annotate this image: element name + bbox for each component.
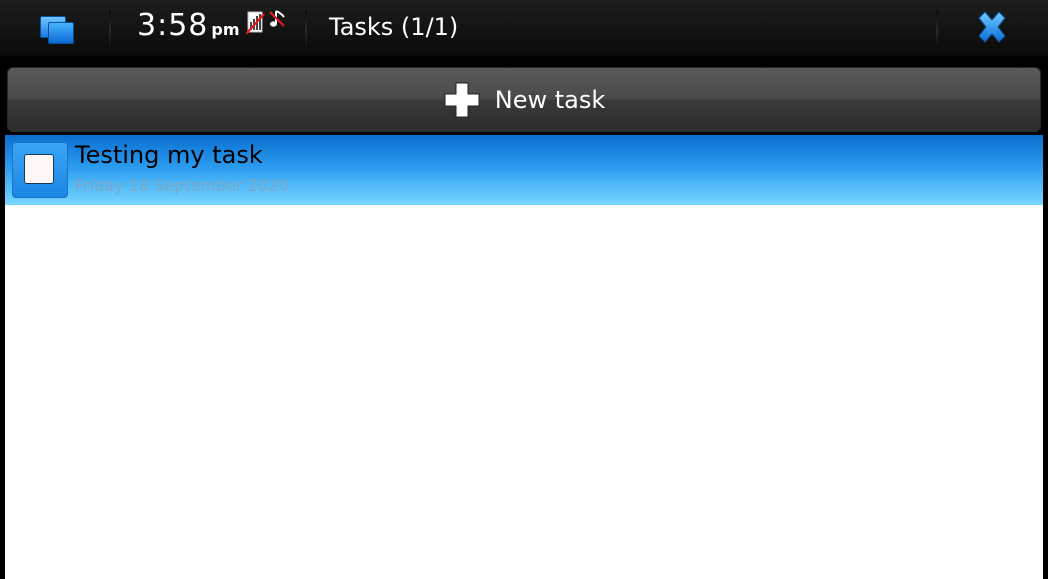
separator: [936, 10, 938, 50]
sim-signal-off-icon: [246, 11, 265, 35]
plus-icon: [444, 82, 480, 117]
new-task-button[interactable]: New task: [7, 67, 1041, 132]
window-front: [48, 22, 74, 44]
task-row[interactable]: Testing my task Friday 18 September 2020: [5, 135, 1043, 205]
task-switcher-icon[interactable]: [36, 12, 76, 46]
separator: [109, 10, 111, 50]
close-icon: [978, 11, 1006, 43]
task-title: Testing my task: [75, 141, 263, 169]
task-list: Testing my task Friday 18 September 2020: [5, 135, 1043, 579]
music-off-icon: [269, 10, 285, 27]
new-task-label: New task: [494, 85, 606, 114]
status-bar: 3:58 pm Tasks (1/1): [0, 0, 1048, 56]
status-icons[interactable]: [246, 8, 290, 38]
task-date: Friday 18 September 2020: [75, 176, 289, 195]
clock-time: 3:58: [137, 8, 209, 43]
task-checkbox-button[interactable]: [12, 142, 68, 198]
clock-ampm: pm: [211, 20, 240, 39]
window-title[interactable]: Tasks (1/1): [329, 13, 458, 41]
tasks-app: 3:58 pm Tasks (1/1) New task Testing my …: [0, 0, 1048, 579]
clock[interactable]: 3:58 pm: [137, 8, 240, 43]
task-checkbox[interactable]: [24, 154, 54, 184]
separator: [305, 10, 307, 50]
close-button[interactable]: [972, 9, 1012, 47]
